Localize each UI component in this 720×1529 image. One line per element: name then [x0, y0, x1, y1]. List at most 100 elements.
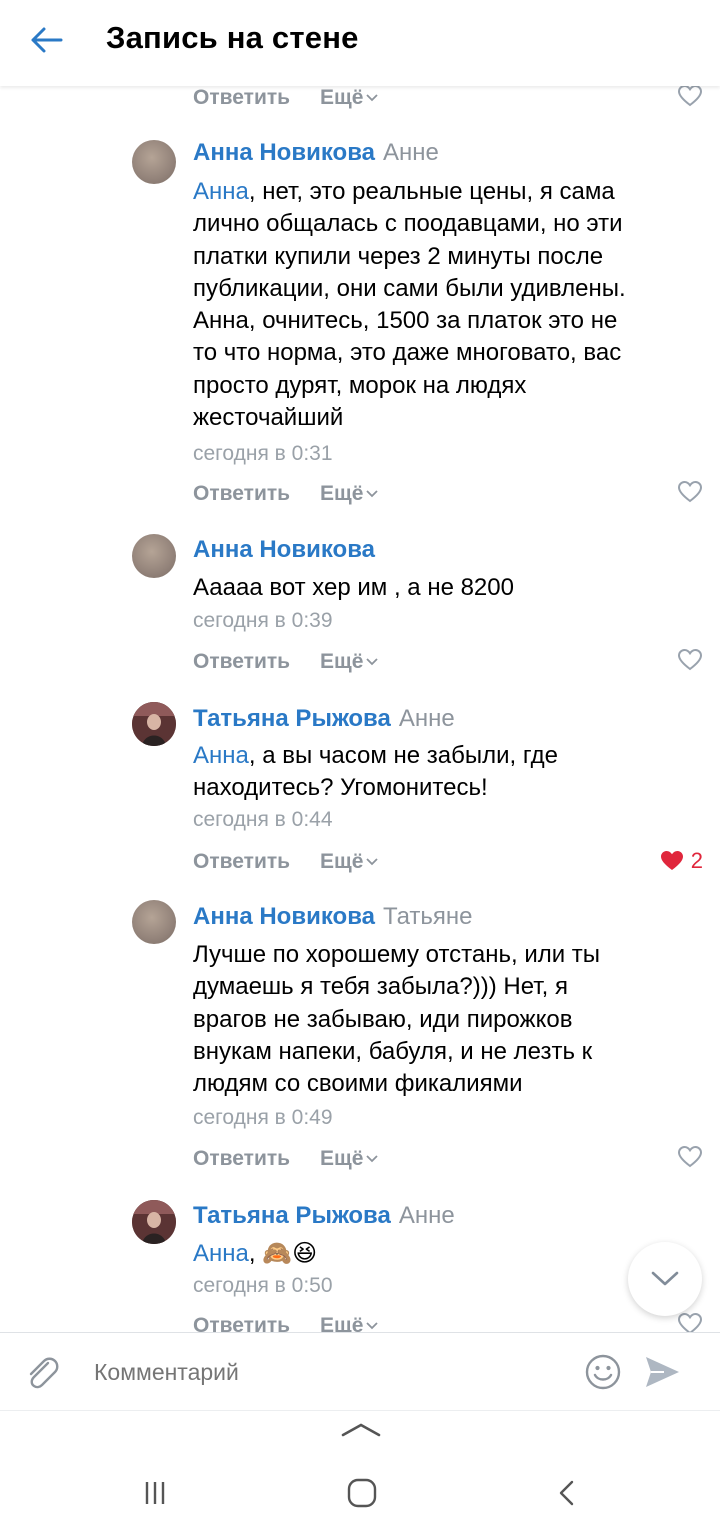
- paperclip-icon: [29, 1357, 59, 1389]
- chevron-down-icon: [651, 1271, 679, 1286]
- send-button[interactable]: [642, 1353, 682, 1391]
- comment-actions: Ответить Ещё: [193, 1306, 703, 1332]
- timestamp: сегодня в 0:50: [193, 1274, 333, 1297]
- more-button[interactable]: Ещё: [320, 1314, 379, 1332]
- comment-header: Анна Новикова Татьяне: [193, 903, 472, 931]
- chevron-down-icon: [366, 1322, 379, 1330]
- comment-actions: Ответить Ещё: [193, 642, 703, 682]
- nav-recent-icon: [145, 1482, 165, 1504]
- chevron-down-icon: [366, 94, 379, 102]
- nav-home-icon: [347, 1478, 377, 1508]
- comment-actions: Ответить Ещё: [193, 86, 703, 118]
- comment-composer: [0, 1332, 720, 1410]
- chevron-up-icon: [341, 1423, 381, 1437]
- heart-outline-icon: [677, 480, 703, 503]
- author-name[interactable]: Татьяна Рыжова: [193, 705, 391, 732]
- like-button[interactable]: [677, 1312, 703, 1332]
- heart-outline-icon: [677, 1312, 703, 1332]
- comment-text: Лучше по хорошему отстань, или ты думаеш…: [193, 941, 601, 1098]
- scroll-down-button[interactable]: [628, 1242, 702, 1316]
- chevron-down-icon: [366, 490, 379, 498]
- reply-to[interactable]: Татьяне: [383, 903, 473, 930]
- author-name[interactable]: Анна Новикова: [193, 139, 375, 166]
- top-bar: Запись на стене: [0, 0, 720, 86]
- like-button[interactable]: [677, 648, 703, 672]
- mention-link[interactable]: Анна: [193, 1240, 249, 1267]
- avatar[interactable]: [132, 702, 176, 746]
- comment-text: Анна, нет, это реальные цены, я сама лич…: [193, 178, 626, 432]
- nav-handle[interactable]: [340, 1419, 382, 1439]
- heart-filled-icon: [660, 851, 683, 870]
- more-button[interactable]: Ещё: [320, 482, 379, 506]
- mention-link[interactable]: Анна: [193, 742, 249, 769]
- heart-outline-icon: [677, 648, 703, 671]
- comment-actions: Ответить Ещё: [193, 474, 703, 514]
- reply-button[interactable]: Ответить: [193, 1147, 290, 1171]
- avatar[interactable]: [132, 140, 176, 184]
- more-button[interactable]: Ещё: [320, 850, 379, 874]
- more-label: Ещё: [320, 650, 364, 673]
- more-button[interactable]: Ещё: [320, 86, 379, 110]
- back-arrow-icon: [31, 27, 63, 53]
- timestamp: сегодня в 0:31: [193, 442, 333, 465]
- like-button[interactable]: [677, 480, 703, 504]
- more-label: Ещё: [320, 850, 364, 873]
- attach-button[interactable]: [22, 1353, 62, 1393]
- timestamp: сегодня в 0:39: [193, 609, 333, 632]
- send-icon: [646, 1357, 679, 1387]
- heart-outline-icon: [677, 86, 703, 107]
- comment-actions: Ответить Ещё: [193, 1139, 703, 1179]
- more-label: Ещё: [320, 1314, 364, 1332]
- reply-button[interactable]: Ответить: [193, 1314, 290, 1332]
- author-name[interactable]: Анна Новикова: [193, 536, 375, 563]
- comment-header: Татьяна Рыжова Анне: [193, 705, 455, 733]
- reply-button[interactable]: Ответить: [193, 482, 290, 506]
- heart-outline-icon: [677, 1145, 703, 1168]
- comment-header: Анна Новикова Анне: [193, 139, 439, 167]
- comment-actions: Ответить Ещё 2: [193, 842, 703, 882]
- system-navigation-bar: [0, 1410, 720, 1529]
- timestamp: сегодня в 0:49: [193, 1106, 333, 1129]
- like-button[interactable]: [677, 86, 703, 108]
- chevron-down-icon: [366, 1155, 379, 1163]
- author-name[interactable]: Татьяна Рыжова: [193, 1202, 391, 1229]
- emoji-sticker: 🙈😆: [262, 1240, 318, 1267]
- chevron-down-icon: [366, 658, 379, 666]
- avatar[interactable]: [132, 1200, 176, 1244]
- reply-to[interactable]: Анне: [399, 1202, 455, 1229]
- comments-feed[interactable]: Ответить Ещё Анна Новикова Анне Анна, нет…: [0, 86, 720, 1332]
- like-count: 2: [690, 848, 703, 873]
- reply-button[interactable]: Ответить: [193, 86, 290, 110]
- more-button[interactable]: Ещё: [320, 650, 379, 674]
- mention-link[interactable]: Анна: [193, 178, 249, 205]
- nav-back-button[interactable]: [548, 1473, 588, 1513]
- reply-button[interactable]: Ответить: [193, 650, 290, 674]
- avatar-photo: [132, 702, 176, 746]
- emoji-button[interactable]: [584, 1353, 622, 1391]
- comment-header: Татьяна Рыжова Анне: [193, 1202, 455, 1230]
- timestamp: сегодня в 0:44: [193, 808, 333, 831]
- like-button[interactable]: [677, 1145, 703, 1169]
- comment-text: Анна, а вы часом не забыли, где находите…: [193, 742, 558, 802]
- like-button[interactable]: 2: [659, 848, 703, 874]
- chevron-down-icon: [366, 858, 379, 866]
- nav-recent-button[interactable]: [135, 1473, 175, 1513]
- reply-button[interactable]: Ответить: [193, 850, 290, 874]
- comment-text: Анна, 🙈😆: [193, 1240, 318, 1267]
- avatar[interactable]: [132, 534, 176, 578]
- avatar[interactable]: [132, 900, 176, 944]
- reply-to[interactable]: Анне: [383, 139, 439, 166]
- more-label: Ещё: [320, 482, 364, 505]
- nav-home-button[interactable]: [340, 1471, 384, 1515]
- avatar-photo: [132, 1200, 176, 1244]
- more-button[interactable]: Ещё: [320, 1147, 379, 1171]
- page-title: Запись на стене: [106, 20, 359, 55]
- comment-input[interactable]: [94, 1355, 564, 1389]
- author-name[interactable]: Анна Новикова: [193, 903, 375, 930]
- reply-to[interactable]: Анне: [399, 705, 455, 732]
- more-label: Ещё: [320, 86, 364, 109]
- comment-header: Анна Новикова: [193, 536, 375, 564]
- back-button[interactable]: [22, 18, 70, 62]
- more-label: Ещё: [320, 1147, 364, 1170]
- smiley-icon: [585, 1354, 621, 1390]
